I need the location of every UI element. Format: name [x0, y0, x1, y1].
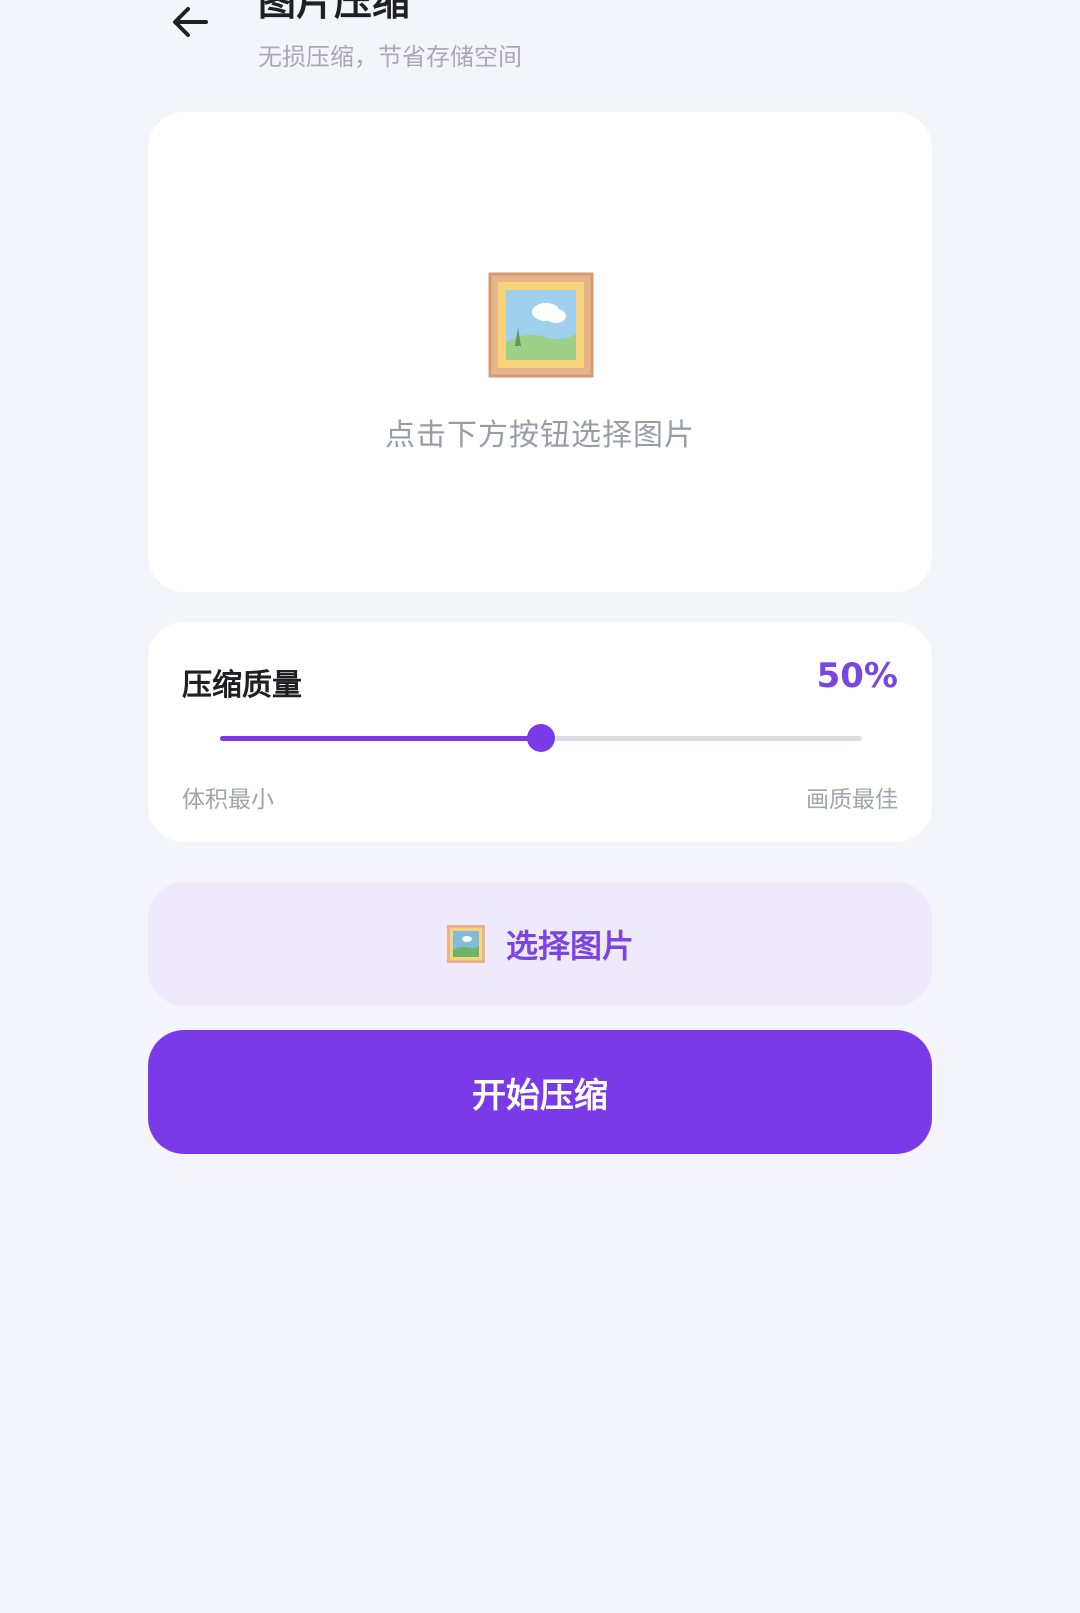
quality-label: 压缩质量 — [182, 668, 302, 703]
select-image-label: 选择图片 — [505, 927, 634, 965]
header: 图片压缩 无损压缩，节省存储空间 — [0, 0, 1080, 100]
start-compress-label: 开始压缩 — [472, 1075, 608, 1116]
image-compress-screen: 图片压缩 无损压缩，节省存储空间 点击下方按钮选择图片 压缩质量 50% 体积最… — [0, 0, 1080, 1613]
image-preview-area[interactable]: 点击下方按钮选择图片 — [148, 112, 932, 592]
select-image-button[interactable]: 选择图片 — [148, 882, 932, 1006]
back-button[interactable] — [160, 0, 220, 52]
quality-slider-thumb[interactable] — [527, 724, 555, 752]
start-compress-button[interactable]: 开始压缩 — [148, 1030, 932, 1154]
quality-slider[interactable] — [220, 724, 862, 752]
page-subtitle: 无损压缩，节省存储空间 — [258, 43, 522, 71]
placeholder-text: 点击下方按钮选择图片 — [385, 418, 695, 453]
page-title: 图片压缩 — [258, 0, 411, 24]
quality-slider-fill — [220, 736, 541, 741]
best-quality-label: 画质最佳 — [806, 787, 898, 813]
quality-value: 50% — [816, 656, 898, 696]
quality-card: 压缩质量 50% 体积最小 画质最佳 — [148, 622, 932, 842]
min-size-label: 体积最小 — [182, 787, 274, 813]
framed-picture-icon — [446, 925, 485, 963]
framed-picture-icon — [488, 272, 594, 378]
arrow-left-icon — [173, 7, 208, 37]
